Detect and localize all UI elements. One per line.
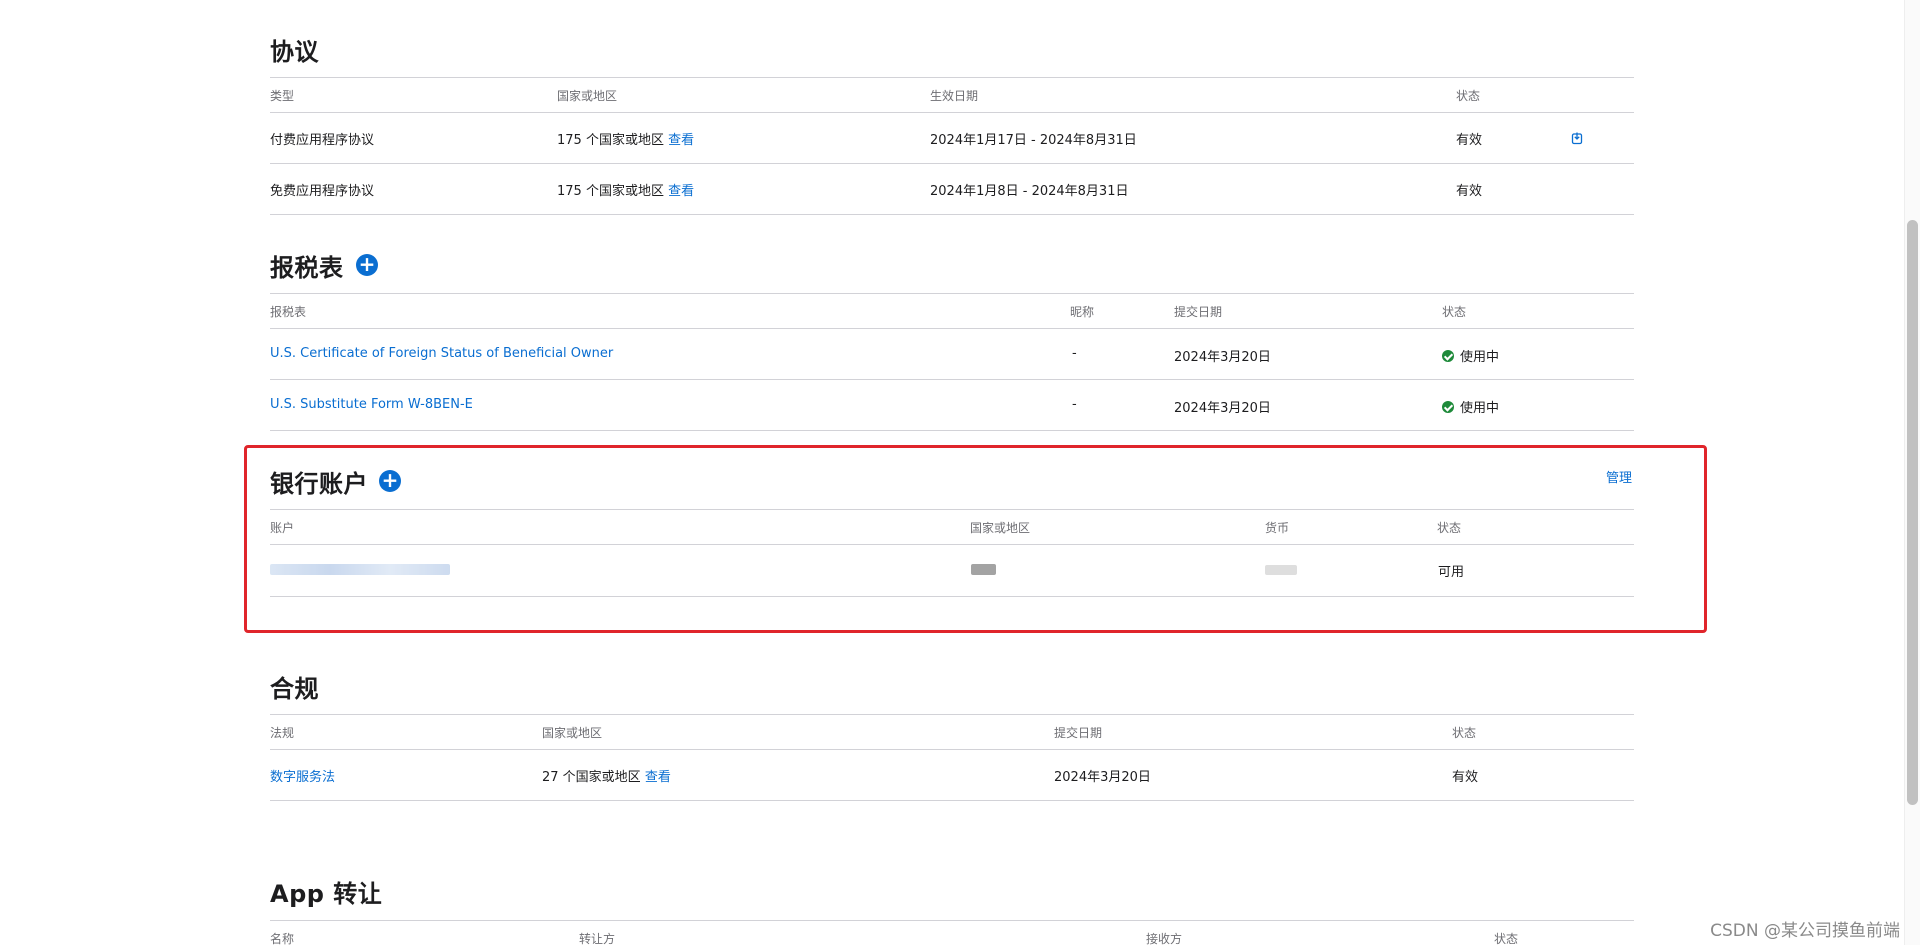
agreement-date: 2024年1月8日 - 2024年8月31日: [930, 184, 1129, 199]
compliance-region: 27 个国家或地区 查看: [542, 770, 671, 785]
divider: [270, 112, 1634, 113]
agreements-title: 协议: [270, 38, 319, 66]
divider: [270, 714, 1634, 715]
divider: [270, 749, 1634, 750]
view-regions-link[interactable]: 查看: [668, 133, 694, 148]
check-icon: [1442, 349, 1454, 362]
compliance-header-status: 状态: [1452, 726, 1477, 740]
agreement-type: 免费应用程序协议: [270, 184, 375, 199]
tax-form-date: 2024年3月20日: [1174, 350, 1271, 365]
transfer-header-name: 名称: [270, 932, 295, 946]
tax-form-status: 使用中: [1442, 397, 1499, 416]
compliance-law-link[interactable]: 数字服务法: [270, 766, 335, 785]
tax-form-date: 2024年3月20日: [1174, 401, 1271, 416]
tax-header-form: 报税表: [270, 305, 307, 319]
agreements-header-date: 生效日期: [930, 89, 979, 103]
agreement-region: 175 个国家或地区 查看: [557, 133, 695, 148]
agreements-header-region: 国家或地区: [557, 89, 618, 103]
agreement-status: 有效: [1456, 184, 1483, 199]
tax-form-link[interactable]: U.S. Certificate of Foreign Status of Be…: [270, 346, 613, 361]
agreement-type: 付费应用程序协议: [270, 133, 375, 148]
add-tax-form-button[interactable]: +: [356, 254, 378, 276]
view-regions-link[interactable]: 查看: [668, 184, 694, 199]
compliance-date: 2024年3月20日: [1054, 770, 1151, 785]
tax-form-nickname: -: [1072, 346, 1077, 361]
agreements-header-status: 状态: [1456, 89, 1481, 103]
compliance-status: 有效: [1452, 770, 1479, 785]
scrollbar-thumb[interactable]: [1907, 220, 1918, 805]
divider: [270, 328, 1634, 329]
download-icon[interactable]: [1570, 130, 1584, 149]
divider: [270, 77, 1634, 78]
tax-header-status: 状态: [1442, 305, 1467, 319]
tax-header-nickname: 昵称: [1070, 305, 1095, 319]
tax-forms-title: 报税表: [270, 254, 344, 282]
check-icon: [1442, 400, 1454, 413]
agreement-date: 2024年1月17日 - 2024年8月31日: [930, 133, 1137, 148]
divider: [270, 920, 1634, 921]
agreement-region: 175 个国家或地区 查看: [557, 184, 695, 199]
view-regions-link[interactable]: 查看: [645, 770, 671, 785]
compliance-header-date: 提交日期: [1054, 726, 1103, 740]
divider: [270, 163, 1634, 164]
tax-form-status: 使用中: [1442, 346, 1499, 365]
compliance-header-region: 国家或地区: [542, 726, 603, 740]
app-transfer-title: App 转让: [270, 880, 383, 908]
divider: [270, 379, 1634, 380]
divider: [270, 214, 1634, 215]
tax-form-nickname: -: [1072, 397, 1077, 412]
tax-header-date: 提交日期: [1174, 305, 1223, 319]
agreement-status: 有效: [1456, 133, 1483, 148]
transfer-header-from: 转让方: [579, 932, 616, 946]
tax-form-link[interactable]: U.S. Substitute Form W-8BEN-E: [270, 397, 473, 412]
compliance-title: 合规: [270, 675, 319, 703]
compliance-header-law: 法规: [270, 726, 295, 740]
divider: [270, 293, 1634, 294]
divider: [270, 800, 1634, 801]
scrollbar[interactable]: [1904, 0, 1920, 945]
highlight-box: [244, 445, 1707, 633]
transfer-header-status: 状态: [1494, 932, 1519, 946]
agreements-header-type: 类型: [270, 89, 295, 103]
transfer-header-to: 接收方: [1146, 932, 1183, 946]
divider: [270, 430, 1634, 431]
watermark: CSDN @某公司摸鱼前端: [1710, 921, 1900, 941]
